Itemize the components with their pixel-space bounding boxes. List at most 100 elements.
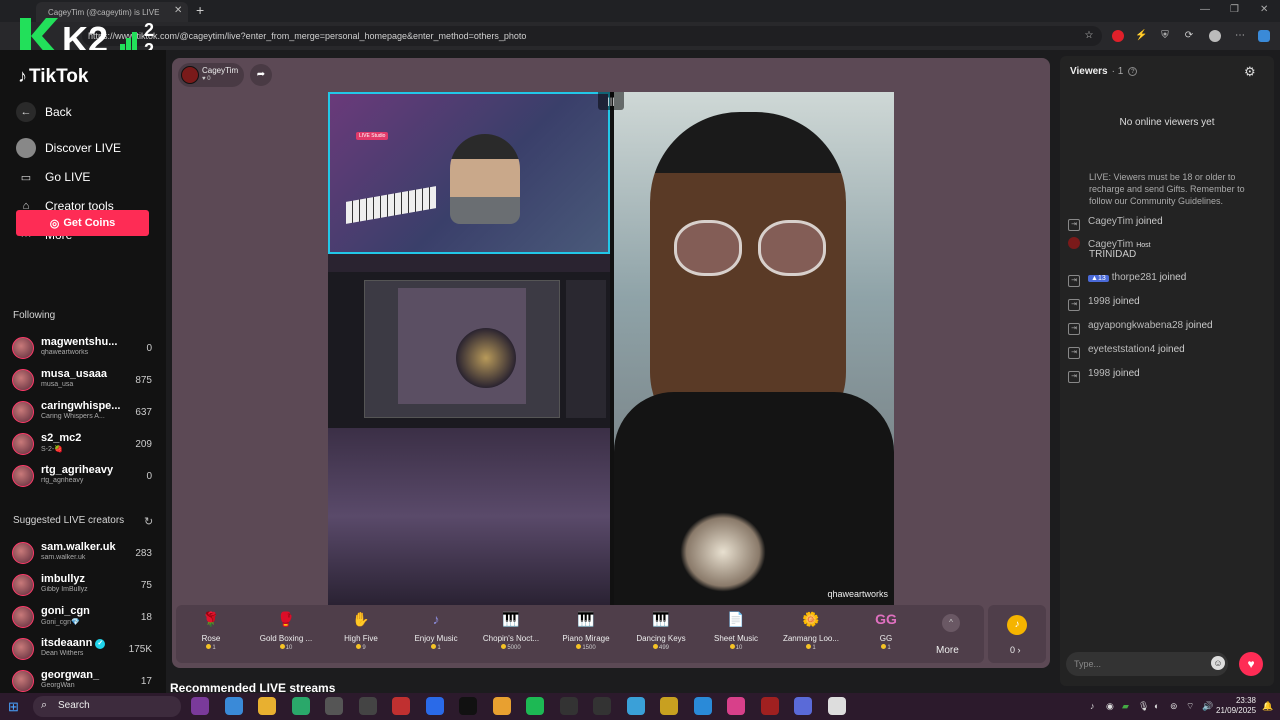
instagram-icon[interactable] — [760, 697, 779, 715]
gear-icon[interactable]: ⚙ — [1244, 64, 1256, 80]
copilot-icon[interactable] — [224, 697, 243, 715]
opera-icon[interactable] — [392, 697, 410, 715]
following-item[interactable]: magwentshu... qhaweartworks 0 — [12, 334, 154, 362]
minimize-icon[interactable]: — — [1200, 4, 1210, 15]
gift-item[interactable]: 🎹 Dancing Keys 499 — [625, 608, 697, 660]
extensions-puzzle-icon[interactable]: ⟳ — [1183, 30, 1195, 42]
gift-item[interactable]: ♪ Enjoy Music 1 — [400, 608, 472, 660]
suggested-item[interactable]: georgwan_ GeorgWan 17 — [12, 667, 154, 695]
viewer-count: 17 — [140, 676, 152, 687]
profile-avatar-icon[interactable] — [1209, 30, 1221, 42]
messenger-icon[interactable] — [425, 697, 444, 715]
app-icon[interactable] — [626, 697, 645, 715]
share-icon[interactable]: ➦ — [250, 64, 272, 86]
gift-item[interactable]: 🌼 Zanmang Loo... 1 — [775, 608, 847, 660]
tray-nvidia-icon[interactable]: ▰ — [1122, 701, 1129, 712]
file-explorer-icon[interactable] — [258, 697, 276, 715]
event-user[interactable]: thorpe281 — [1112, 272, 1157, 283]
layout-bars-icon[interactable]: ||| — [598, 92, 624, 110]
edge-icon[interactable] — [660, 697, 678, 715]
following-item[interactable]: rtg_agriheavy rtg_agriheavy 0 — [12, 462, 154, 490]
viewer-count: 875 — [135, 375, 152, 386]
telegram-icon[interactable] — [727, 697, 745, 715]
gift-item[interactable]: GG GG 1 — [850, 608, 922, 660]
help-icon[interactable]: ? — [1128, 67, 1138, 76]
url-field[interactable]: https://www.tiktok.com/@cageytim/live?en… — [82, 26, 1102, 46]
gift-item[interactable]: 📄 Sheet Music 10 — [700, 608, 772, 660]
event-user[interactable]: CageyTim — [1088, 216, 1133, 227]
terminal-icon[interactable] — [291, 697, 310, 715]
event-user[interactable]: eyeteststation4 — [1088, 344, 1155, 355]
suggested-item[interactable]: goni_cgn Goni_cgn💎 18 — [12, 603, 154, 631]
gift-item[interactable]: 🎹 Piano Mirage 1500 — [550, 608, 622, 660]
tray-app-icon[interactable]: ◐ — [1154, 701, 1159, 711]
maximize-icon[interactable]: ❐ — [1230, 4, 1239, 15]
avatar — [12, 433, 34, 455]
teams-icon[interactable] — [794, 697, 812, 715]
photos-icon[interactable] — [526, 697, 544, 715]
clock-app-icon[interactable] — [358, 697, 377, 715]
extension-icon[interactable]: ⚡ — [1135, 30, 1147, 42]
chat-input[interactable]: Type... — [1066, 652, 1228, 676]
gift-item[interactable]: 🥊 Gold Boxing ... 10 — [250, 608, 322, 660]
emoji-icon[interactable]: ☺ — [1211, 656, 1225, 670]
gift-item[interactable]: ✋ High Five 9 — [325, 608, 397, 660]
chevron-up-icon[interactable]: ^ — [942, 614, 960, 632]
steam-icon[interactable] — [325, 697, 343, 715]
nav-discover-live[interactable]: Discover LIVE — [16, 136, 156, 160]
following-item[interactable]: s2_mc2 S-2-🍓 209 — [12, 430, 154, 458]
chat-event: ⇥ 1998 joined — [1068, 296, 1140, 311]
tiktok-logo[interactable]: ♪ TikTok — [18, 66, 88, 88]
volume-icon[interactable]: 🔊 — [1202, 701, 1213, 712]
extension-icon[interactable] — [1112, 30, 1124, 42]
suggested-item[interactable]: itsdeaann ✓ Dean Withers 175K — [12, 635, 154, 663]
viewers-header[interactable]: Viewers · 1? — [1070, 66, 1138, 77]
following-item[interactable]: musa_usaaa musa_usa 875 — [12, 366, 154, 394]
creator-sub: GeorgWan — [41, 682, 75, 689]
taskbar-search[interactable]: ⌕ Search — [33, 696, 181, 717]
copilot-icon[interactable] — [1258, 30, 1270, 42]
shield-icon[interactable]: ⛨ — [1159, 30, 1171, 42]
tray-tiktok-icon[interactable]: ♪ — [1090, 701, 1095, 711]
capcut-icon[interactable] — [593, 697, 611, 715]
live-video[interactable]: LIVE Studio qhaweartworks — [328, 92, 894, 605]
suggested-item[interactable]: sam.walker.uk sam.walker.uk 283 — [12, 539, 154, 567]
coin-balance[interactable]: ♪ 0 › — [988, 605, 1046, 663]
host-chip[interactable]: CageyTim ♥ 0 — [178, 63, 244, 87]
tiktok-icon[interactable] — [459, 697, 477, 715]
notification-bell-icon[interactable]: 🔔 — [1262, 701, 1273, 712]
microphone-icon[interactable]: 🎙 — [1138, 701, 1149, 712]
suggested-item[interactable]: imbullyz Gibby ImBullyz 75 — [12, 571, 154, 599]
gift-item[interactable]: 🌹 Rose 1 — [175, 608, 247, 660]
gift-more-button[interactable]: More — [936, 645, 959, 656]
wifi-icon[interactable]: ⌔ — [1186, 701, 1194, 712]
get-coins-button[interactable]: ◎ Get Coins — [16, 210, 149, 236]
notepad-icon[interactable] — [827, 697, 846, 715]
heart-icon[interactable]: ♥ — [1239, 652, 1263, 676]
following-item[interactable]: caringwhispe... Caring Whispers A... 637 — [12, 398, 154, 426]
window-close-icon[interactable]: ✕ — [1260, 4, 1268, 15]
gift-item[interactable]: 🎹 Chopin's Noct... 5000 — [475, 608, 547, 660]
coin-icon — [356, 644, 362, 649]
creator-sub: Gibby ImBullyz — [41, 586, 88, 593]
tray-app-icon[interactable]: ⊚ — [1170, 701, 1178, 712]
nav-go-live[interactable]: ▭ Go LIVE — [16, 165, 156, 189]
spotify-icon[interactable] — [559, 697, 578, 715]
creator-sub: sam.walker.uk — [41, 554, 86, 561]
host-likes: ♥ 0 — [202, 76, 211, 82]
event-user[interactable]: 1998 — [1088, 296, 1110, 307]
taskview-icon[interactable] — [191, 697, 209, 715]
tray-app-icon[interactable]: ◉ — [1106, 701, 1114, 712]
chrome-icon[interactable] — [492, 697, 511, 715]
event-user[interactable]: 1998 — [1088, 368, 1110, 379]
menu-dots-icon[interactable]: ⋯ — [1234, 30, 1246, 42]
new-tab-icon[interactable]: + — [196, 2, 204, 18]
taskbar-clock[interactable]: 23:38 21/09/2025 — [1216, 696, 1256, 716]
favorite-star-icon[interactable]: ☆ — [1083, 30, 1095, 42]
refresh-icon[interactable]: ↻ — [144, 515, 153, 528]
event-user[interactable]: agyapongkwabena28 — [1088, 320, 1183, 331]
windows-start-icon[interactable]: ⊞ — [8, 699, 19, 715]
app-icon[interactable] — [693, 697, 712, 715]
tab-close-icon[interactable]: ✕ — [174, 5, 182, 16]
nav-back[interactable]: ← Back — [16, 100, 156, 124]
